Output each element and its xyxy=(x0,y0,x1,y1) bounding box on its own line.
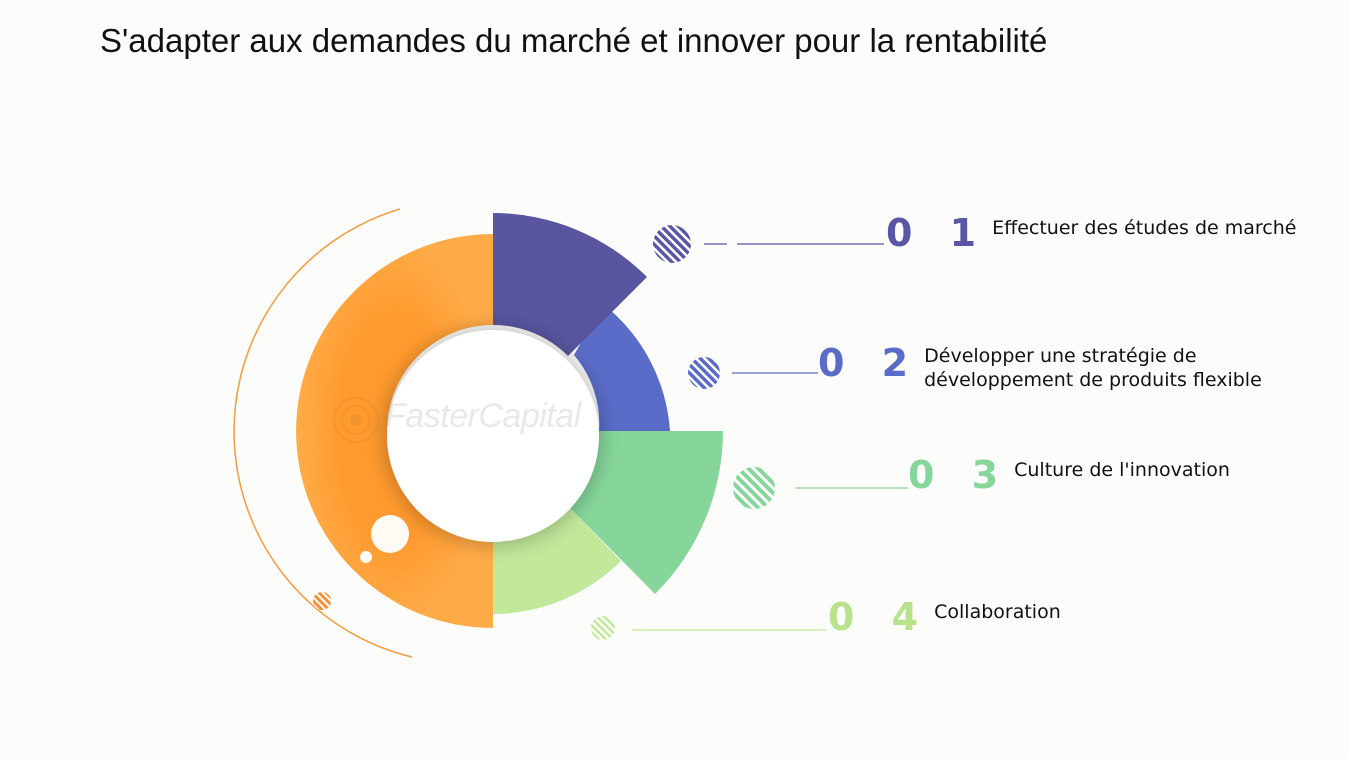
step-4-label: Collaboration xyxy=(934,601,1061,623)
marker-1 xyxy=(653,225,691,263)
step-2-label: Développer une stratégie de développemen… xyxy=(924,345,1262,391)
step-2: 0 2 Développer une stratégie de développ… xyxy=(818,344,1262,392)
inner-circle xyxy=(387,330,599,542)
bubble-small xyxy=(360,551,372,563)
marker-2 xyxy=(688,357,720,389)
step-4-number: 0 4 xyxy=(828,595,931,639)
orange-hatched-dot xyxy=(313,592,331,610)
bubble-large xyxy=(371,515,409,553)
step-3: 0 3 Culture de l'innovation xyxy=(908,456,1230,494)
marker-4 xyxy=(591,616,615,640)
step-1-number: 0 1 xyxy=(886,211,989,255)
step-1: 0 1 Effectuer des études de marché xyxy=(886,214,1296,252)
step-1-label: Effectuer des études de marché xyxy=(992,217,1297,239)
step-2-number: 0 2 xyxy=(818,341,921,385)
step-4: 0 4 Collaboration xyxy=(828,598,1061,636)
step-3-number: 0 3 xyxy=(908,453,1011,497)
watermark-text: FasterCapital xyxy=(385,397,581,435)
marker-3 xyxy=(733,467,775,509)
step-3-label: Culture de l'innovation xyxy=(1014,459,1230,481)
